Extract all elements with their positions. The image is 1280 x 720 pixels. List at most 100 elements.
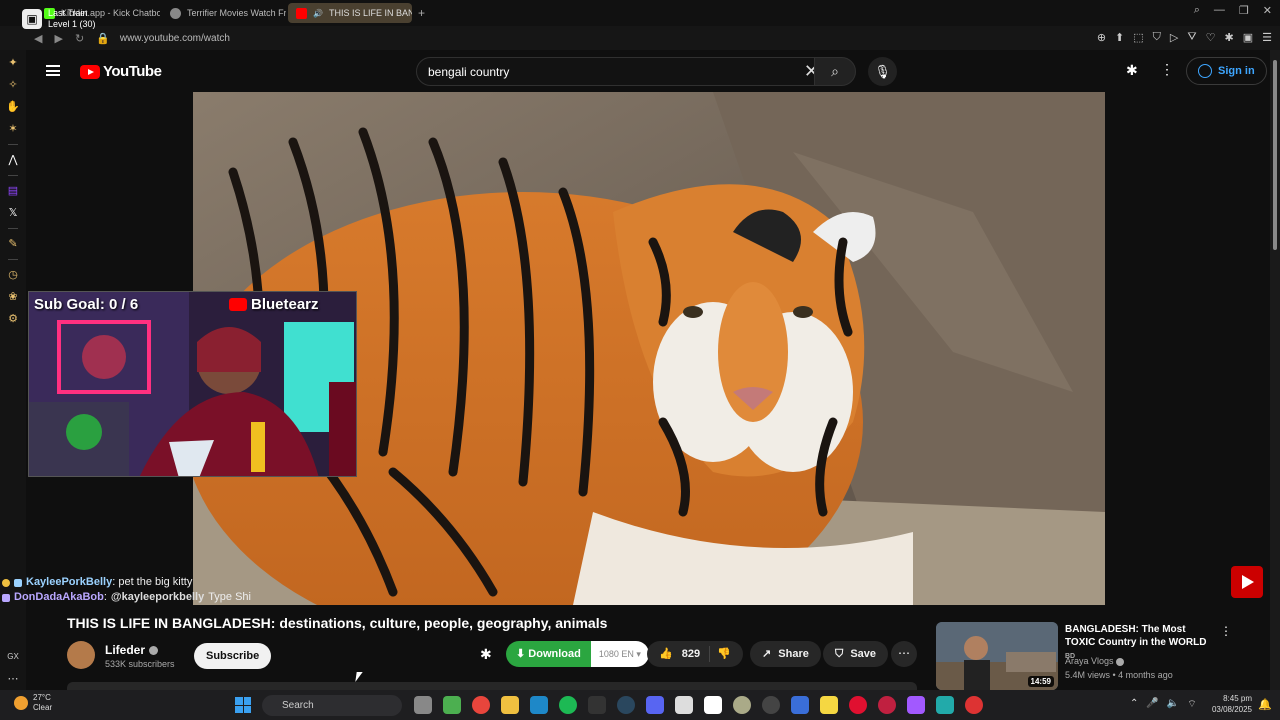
twitch-icon[interactable]: ▤ xyxy=(5,183,21,199)
app-icon[interactable] xyxy=(675,696,693,714)
app-icon[interactable] xyxy=(936,696,954,714)
sidebar-tool-icon[interactable]: ✎ xyxy=(5,236,21,252)
page-scrollbar[interactable] xyxy=(1270,50,1280,690)
lock-icon: 🔒 xyxy=(96,32,110,45)
sticky-notes-icon[interactable] xyxy=(820,696,838,714)
start-button[interactable] xyxy=(235,697,251,713)
tray-overflow-icon[interactable]: ⌃ xyxy=(1130,698,1138,711)
epic-games-icon[interactable] xyxy=(588,696,606,714)
extension-action-icon[interactable]: ✱ xyxy=(480,646,492,663)
youtube-logo[interactable]: YouTube xyxy=(80,63,162,80)
opera-icon[interactable] xyxy=(849,696,867,714)
screenshot-icon[interactable]: ⬚ xyxy=(1133,31,1143,44)
discord-icon[interactable] xyxy=(646,696,664,714)
sidebar-divider xyxy=(8,228,18,229)
sidebar-gx-label[interactable]: GX xyxy=(5,649,21,665)
vscode-icon[interactable] xyxy=(530,696,548,714)
minimize-icon[interactable]: — xyxy=(1214,4,1225,17)
new-tab-button[interactable]: + xyxy=(418,6,425,20)
maximize-icon[interactable]: ❐ xyxy=(1239,4,1249,17)
taskbar-search[interactable]: Search xyxy=(262,695,402,716)
extension-icon[interactable]: ✱ xyxy=(1225,31,1234,44)
taskbar-clock[interactable]: 8:45 pm 03/08/2025 xyxy=(1206,693,1252,715)
save-button[interactable]: ⛉ Save xyxy=(823,641,889,667)
url-field[interactable]: www.youtube.com/watch xyxy=(120,33,230,44)
download-control[interactable]: ⬇ Download 1080 EN ▾ xyxy=(506,641,649,667)
search-tabs-icon[interactable]: ⌕ xyxy=(1194,4,1200,17)
chrome-icon[interactable] xyxy=(472,696,490,714)
search-button[interactable]: ⌕ xyxy=(814,57,856,86)
heart-icon[interactable]: ♡ xyxy=(1206,31,1216,44)
download-button[interactable]: ⬇ Download xyxy=(506,641,591,667)
spotify-icon[interactable] xyxy=(559,696,577,714)
like-button[interactable]: 👍 829 👎 xyxy=(647,641,743,667)
profile-icon[interactable]: ▣ xyxy=(1243,31,1253,44)
recommended-more-icon[interactable]: ⋮ xyxy=(1220,624,1232,638)
x-icon[interactable]: 𝕏 xyxy=(5,205,21,221)
quality-select[interactable]: 1080 EN ▾ xyxy=(590,641,649,667)
sidebar-aria-icon[interactable]: ⋀ xyxy=(5,152,21,168)
reload-icon[interactable]: ↻ xyxy=(75,32,84,45)
weather-widget[interactable]: 27°C Clear xyxy=(14,693,52,713)
hamburger-menu-icon[interactable] xyxy=(46,65,60,76)
app-icon[interactable] xyxy=(965,696,983,714)
microphone-icon[interactable]: 🎤 xyxy=(1146,698,1158,711)
opera-gx-icon[interactable] xyxy=(878,696,896,714)
more-actions-button[interactable]: ⋯ xyxy=(891,641,917,667)
zoom-icon[interactable]: ⊕ xyxy=(1097,31,1106,44)
app-icon[interactable] xyxy=(791,696,809,714)
sidebar-compass-icon[interactable]: ✧ xyxy=(5,77,21,93)
thumbs-down-icon[interactable]: 👎 xyxy=(717,641,731,667)
window-controls: ⌕ — ❐ ✕ xyxy=(1194,4,1272,17)
search-input[interactable]: bengali country ✕ xyxy=(416,57,828,86)
file-explorer-icon[interactable] xyxy=(501,696,519,714)
steam-icon[interactable] xyxy=(617,696,635,714)
share-button[interactable]: ↗ Share xyxy=(750,641,821,667)
menu-icon[interactable]: ☰ xyxy=(1262,31,1272,44)
minecraft-icon[interactable] xyxy=(443,696,461,714)
recommended-thumbnail[interactable]: 14:59 xyxy=(936,622,1058,690)
sidebar-more-icon[interactable]: ⋯ xyxy=(5,671,21,687)
recommended-meta: 5.4M views • 4 months ago xyxy=(1065,670,1173,680)
close-icon[interactable]: ✕ xyxy=(1263,4,1272,17)
voice-search-button[interactable]: 🎙 xyxy=(868,57,897,86)
play-icon[interactable]: ▷ xyxy=(1170,31,1178,44)
browser-tab-youtube[interactable]: 🔊 THIS IS LIFE IN BANG xyxy=(288,3,412,23)
subscribe-button[interactable]: Subscribe xyxy=(194,643,272,669)
microphone-icon: 🎙 xyxy=(874,64,891,79)
chat-message: DonDadaAkaBob: @kayleeporkbelly Type Shi xyxy=(2,590,251,605)
obs-icon[interactable] xyxy=(762,696,780,714)
sidebar-gear-icon[interactable]: ⚙ xyxy=(5,311,21,327)
back-icon[interactable]: ◀ xyxy=(34,32,42,45)
volume-icon[interactable]: 🔈 xyxy=(1167,698,1179,711)
extension-icon[interactable]: ✱ xyxy=(1126,62,1138,79)
forward-icon[interactable]: ▶ xyxy=(54,32,62,45)
sidebar-divider xyxy=(8,175,18,176)
channel-avatar[interactable] xyxy=(67,641,95,669)
sidebar-hand-icon[interactable]: ✋ xyxy=(5,99,21,115)
sidebar-bee-icon[interactable]: ✦ xyxy=(5,55,21,71)
sidebar-star-icon[interactable]: ✶ xyxy=(5,121,21,137)
sidebar-clock-icon[interactable]: ◷ xyxy=(5,267,21,283)
channel-name[interactable]: Lifeder xyxy=(105,643,145,657)
scrollbar-thumb[interactable] xyxy=(1273,60,1277,250)
notification-icon[interactable]: 🔔 xyxy=(1258,698,1272,711)
description-box[interactable] xyxy=(67,682,917,690)
figma-icon[interactable] xyxy=(907,696,925,714)
app-icon[interactable] xyxy=(733,696,751,714)
wifi-icon[interactable]: ⌔ xyxy=(1187,698,1196,711)
sidebar-divider xyxy=(8,144,18,145)
task-view-icon[interactable] xyxy=(414,696,432,714)
capcut-icon[interactable] xyxy=(704,696,722,714)
shield-icon[interactable]: ⛉ xyxy=(1153,31,1161,44)
channel-name-row[interactable]: Lifeder xyxy=(105,643,159,657)
sidebar-paw-icon[interactable]: ❀ xyxy=(5,289,21,305)
pin-icon[interactable]: ⬆ xyxy=(1115,31,1124,44)
bookmark-icon[interactable]: ⛛ xyxy=(1187,31,1196,44)
more-options-icon[interactable]: ⋮ xyxy=(1160,61,1174,78)
browser-tab-terrifier[interactable]: Terrifier Movies Watch Fr xyxy=(162,3,286,23)
recommended-channel[interactable]: Araya Vlogs xyxy=(1065,656,1125,666)
sign-in-button[interactable]: Sign in xyxy=(1186,57,1267,85)
subscribe-watermark[interactable] xyxy=(1231,566,1263,598)
youtube-logo-icon xyxy=(80,64,100,79)
